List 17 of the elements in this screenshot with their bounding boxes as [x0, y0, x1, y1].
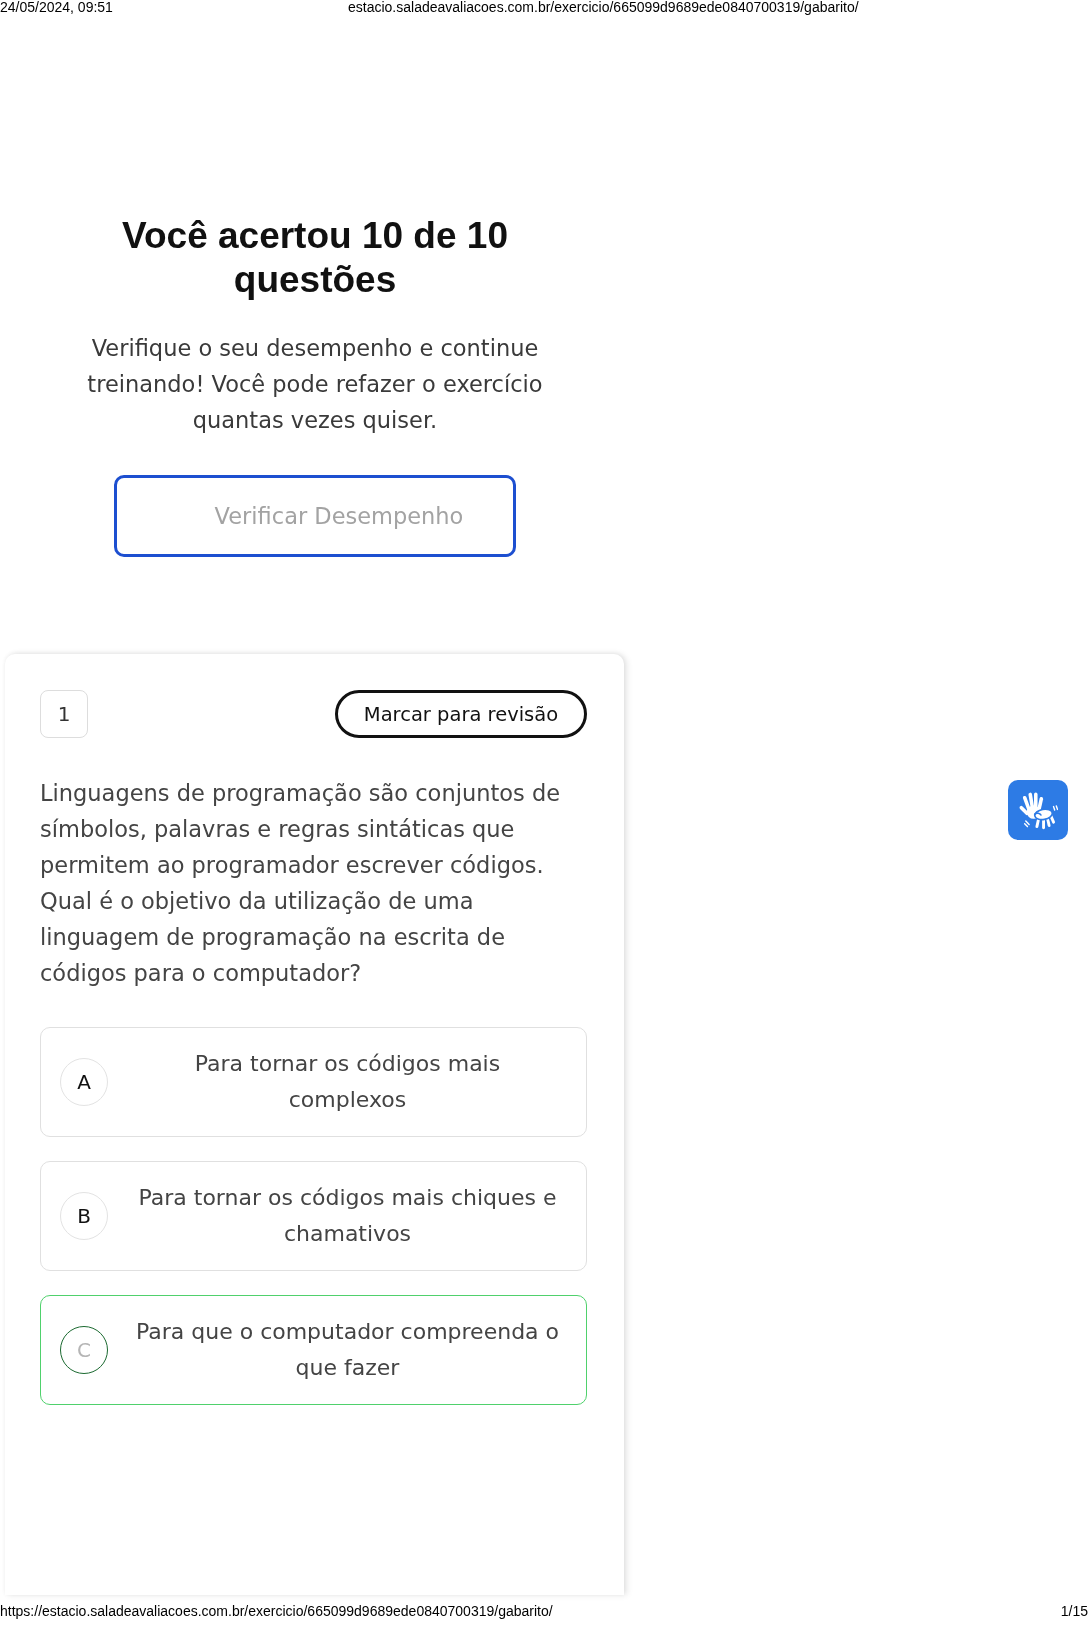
option-text: Para que o computador compreenda o que fazer: [135, 1318, 560, 1382]
page-address: estacio.saladeavaliacoes.com.br/exercicio/665099d9689ede0840700319/gabarito/: [348, 0, 859, 17]
page-number: 1/15: [1060, 1603, 1088, 1619]
mark-for-review-button[interactable]: Marcar para revisão: [335, 690, 587, 738]
answer-option[interactable]: A Para tornar os códigos mais complexos: [40, 1027, 587, 1137]
option-text: Para tornar os códigos mais complexos: [193, 1050, 502, 1114]
result-title: Você acertou 10 de 10 questões: [121, 214, 509, 302]
print-date: 24/05/2024, 09:51: [0, 0, 113, 17]
question-number: 1: [40, 690, 88, 738]
page-url: https://estacio.saladeavaliacoes.com.br/exercicio/665099d9689ede0840700319/gabarito/: [0, 1603, 553, 1619]
answer-option[interactable]: B Para tornar os códigos mais chiques e chamativos: [40, 1161, 587, 1271]
answer-option[interactable]: C Para que o computador compreenda o que fazer: [40, 1295, 587, 1405]
question-text: Linguagens de programação são conjuntos de símbolos, palavras e regras sintáticas que permitem ao programador escrever códigos. Qual é o objetivo da utilização de uma linguagem de programação na escrita de códigos para o computador?: [40, 779, 561, 988]
result-message: Verifique o seu desempenho e continue treinando! Você pode refazer o exercício quantas vezes quiser.: [86, 334, 544, 435]
option-text: Para tornar os códigos mais chiques e chamativos: [137, 1184, 558, 1248]
sign-language-button[interactable]: [1008, 780, 1068, 840]
hands-icon: [1018, 790, 1058, 830]
